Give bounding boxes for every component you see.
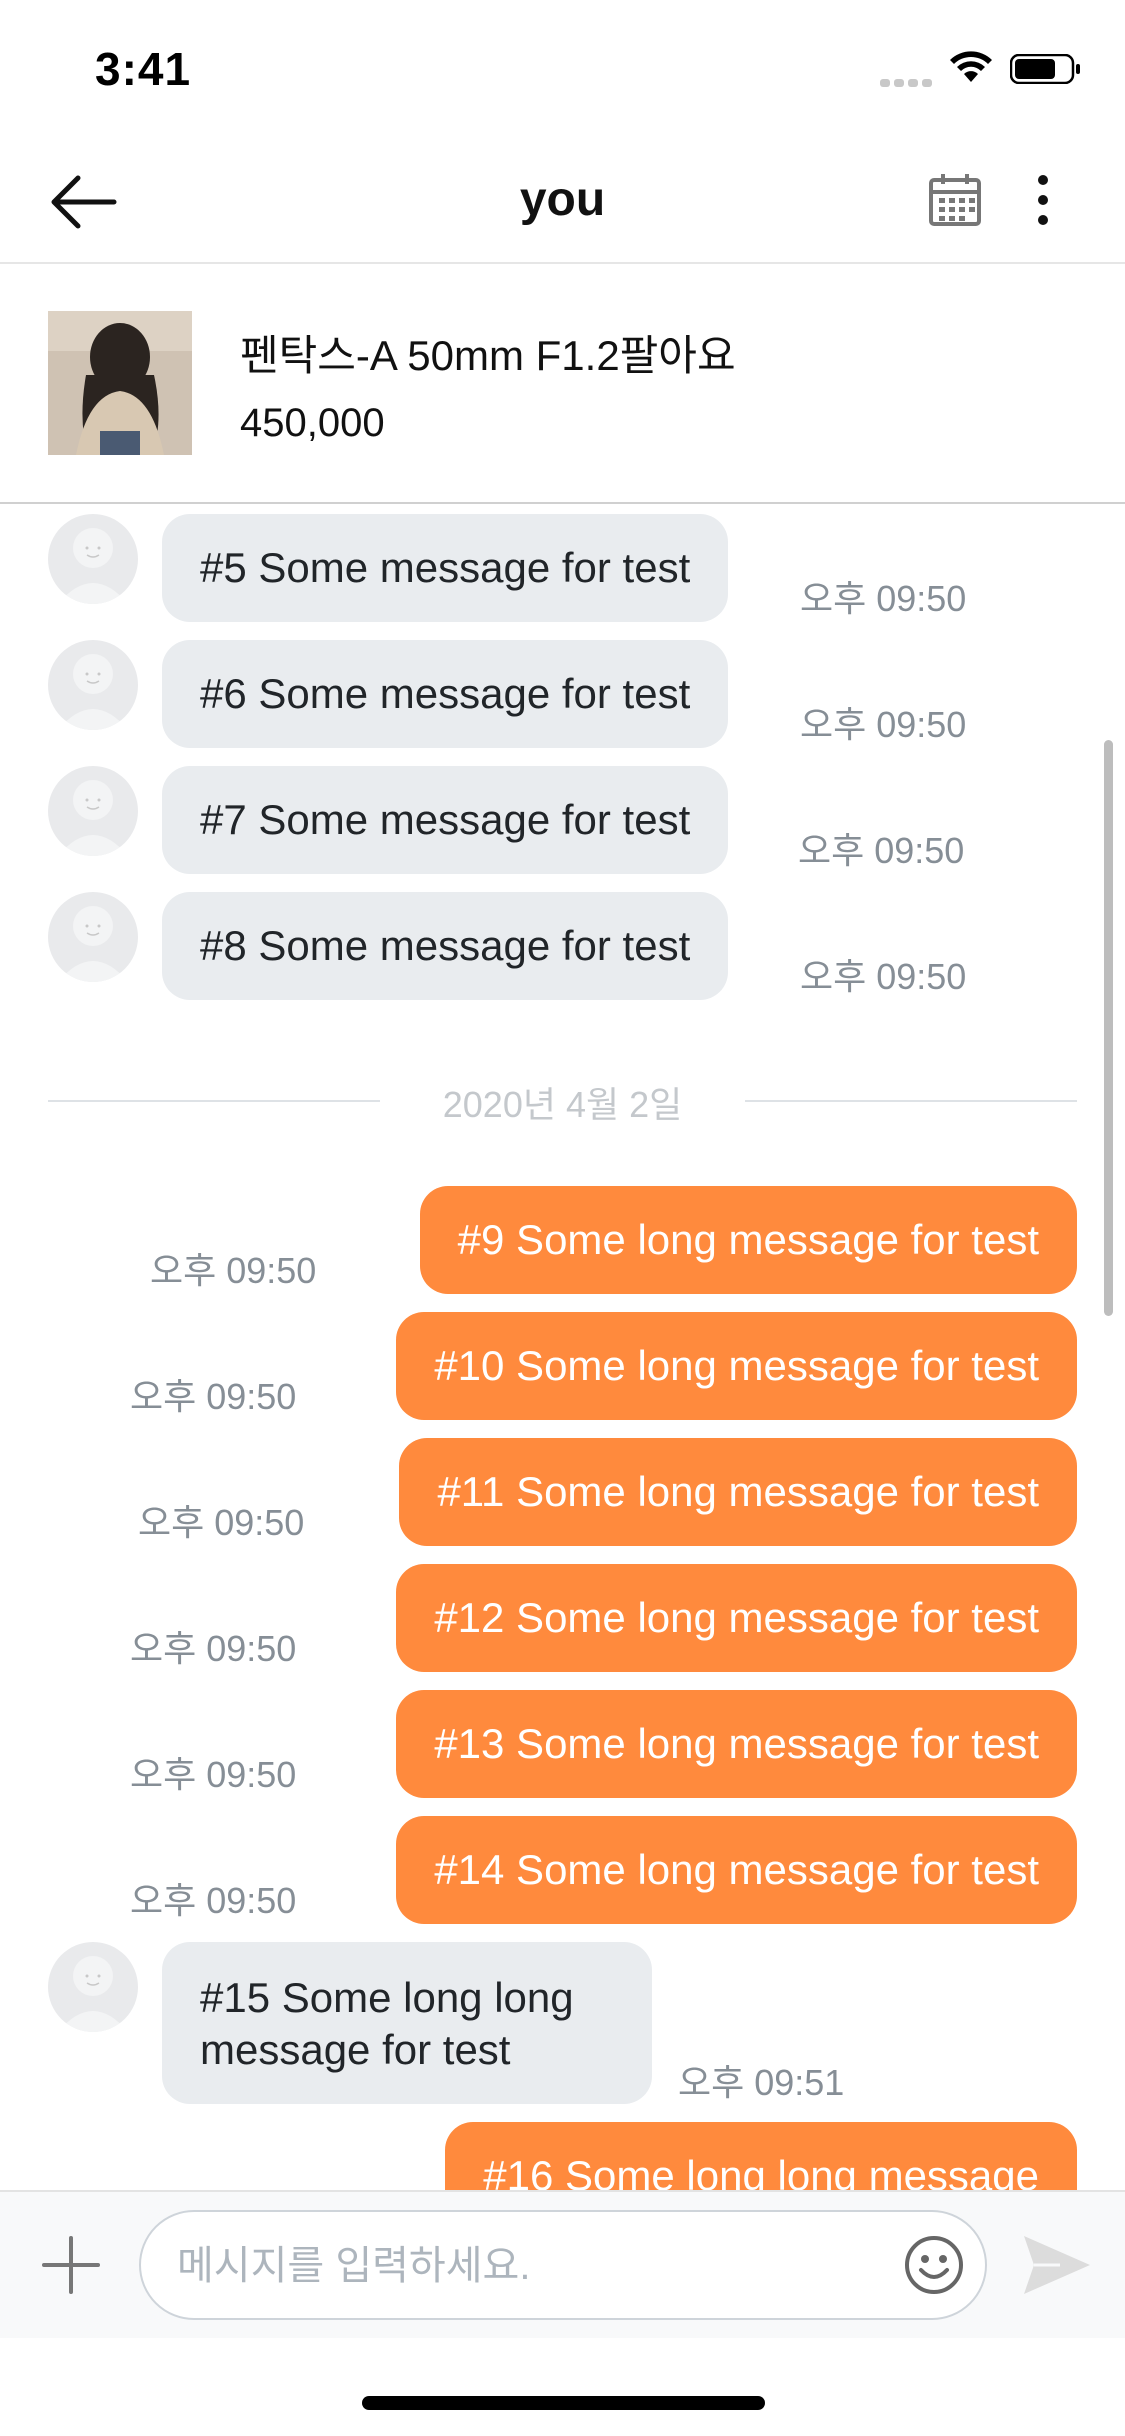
message-bubble-outgoing[interactable]: #14 Some long message for test (396, 1816, 1077, 1924)
avatar[interactable] (48, 514, 138, 604)
product-card[interactable]: 펜탁스-A 50mm F1.2팔아요 450,000 (0, 264, 1125, 504)
message-bubble-incoming[interactable]: #7 Some message for test (162, 766, 729, 874)
message-time: 오후 09:50 (138, 1502, 305, 1543)
status-time: 3:41 (95, 43, 192, 95)
status-bar: 3:41 (0, 0, 1125, 140)
calendar-button[interactable] (925, 170, 985, 230)
message-bubble-incoming[interactable]: #8 Some message for test (162, 892, 729, 1000)
message-time: 오후 09:50 (130, 1880, 297, 1921)
message-bubble-outgoing[interactable]: #16 Some long long message (445, 2122, 1077, 2190)
wifi-icon (950, 51, 992, 82)
product-thumbnail[interactable] (48, 311, 192, 455)
smile-icon (905, 2236, 963, 2294)
avatar[interactable] (48, 766, 138, 856)
message-time: 오후 09:50 (800, 956, 967, 997)
avatar[interactable] (48, 892, 138, 982)
date-separator: 2020년 4월 2일 (442, 1084, 683, 1125)
plus-icon (42, 2236, 100, 2294)
more-vertical-icon (1038, 175, 1048, 225)
send-button[interactable] (1020, 2232, 1094, 2298)
more-button[interactable] (1028, 170, 1058, 230)
calendar-icon (929, 174, 981, 226)
message-time: 오후 09:50 (800, 704, 967, 745)
message-bubble-outgoing[interactable]: #13 Some long message for test (396, 1690, 1077, 1798)
home-indicator (362, 2396, 765, 2410)
message-time: 오후 09:50 (800, 578, 967, 619)
message-bubble-incoming[interactable]: #15 Some long long message for test (162, 1942, 652, 2104)
battery-icon (1010, 54, 1080, 84)
send-icon (1024, 2236, 1090, 2294)
message-time: 오후 09:50 (130, 1754, 297, 1795)
message-input-field[interactable] (139, 2210, 987, 2320)
signal-icon (880, 74, 936, 87)
message-time: 오후 09:50 (150, 1250, 317, 1291)
message-bubble-outgoing[interactable]: #10 Some long message for test (396, 1312, 1077, 1420)
message-time: 오후 09:51 (678, 2062, 845, 2103)
product-price: 450,000 (240, 401, 385, 445)
message-time: 오후 09:50 (130, 1376, 297, 1417)
avatar[interactable] (48, 640, 138, 730)
message-bubble-outgoing[interactable]: #12 Some long message for test (396, 1564, 1077, 1672)
avatar[interactable] (48, 1942, 138, 2032)
message-bubble-outgoing[interactable]: #9 Some long message for test (419, 1186, 1077, 1294)
message-bubble-outgoing[interactable]: #11 Some long message for test (399, 1438, 1077, 1546)
message-time: 오후 09:50 (798, 830, 965, 871)
date-separator-line (745, 1100, 1077, 1102)
attach-button[interactable] (38, 2232, 104, 2298)
message-input-bar (0, 2190, 1125, 2338)
emoji-button[interactable] (903, 2234, 965, 2296)
chat-header: you (0, 140, 1125, 264)
message-input[interactable] (175, 2212, 879, 2320)
scrollbar[interactable] (1104, 740, 1113, 1316)
message-time: 오후 09:50 (130, 1628, 297, 1669)
message-bubble-incoming[interactable]: #6 Some message for test (162, 640, 729, 748)
message-list[interactable]: #5 Some message for test 오후 09:50 #6 Som… (0, 504, 1125, 2190)
message-bubble-incoming[interactable]: #5 Some message for test (162, 514, 729, 622)
product-title: 펜탁스-A 50mm F1.2팔아요 (240, 332, 736, 379)
